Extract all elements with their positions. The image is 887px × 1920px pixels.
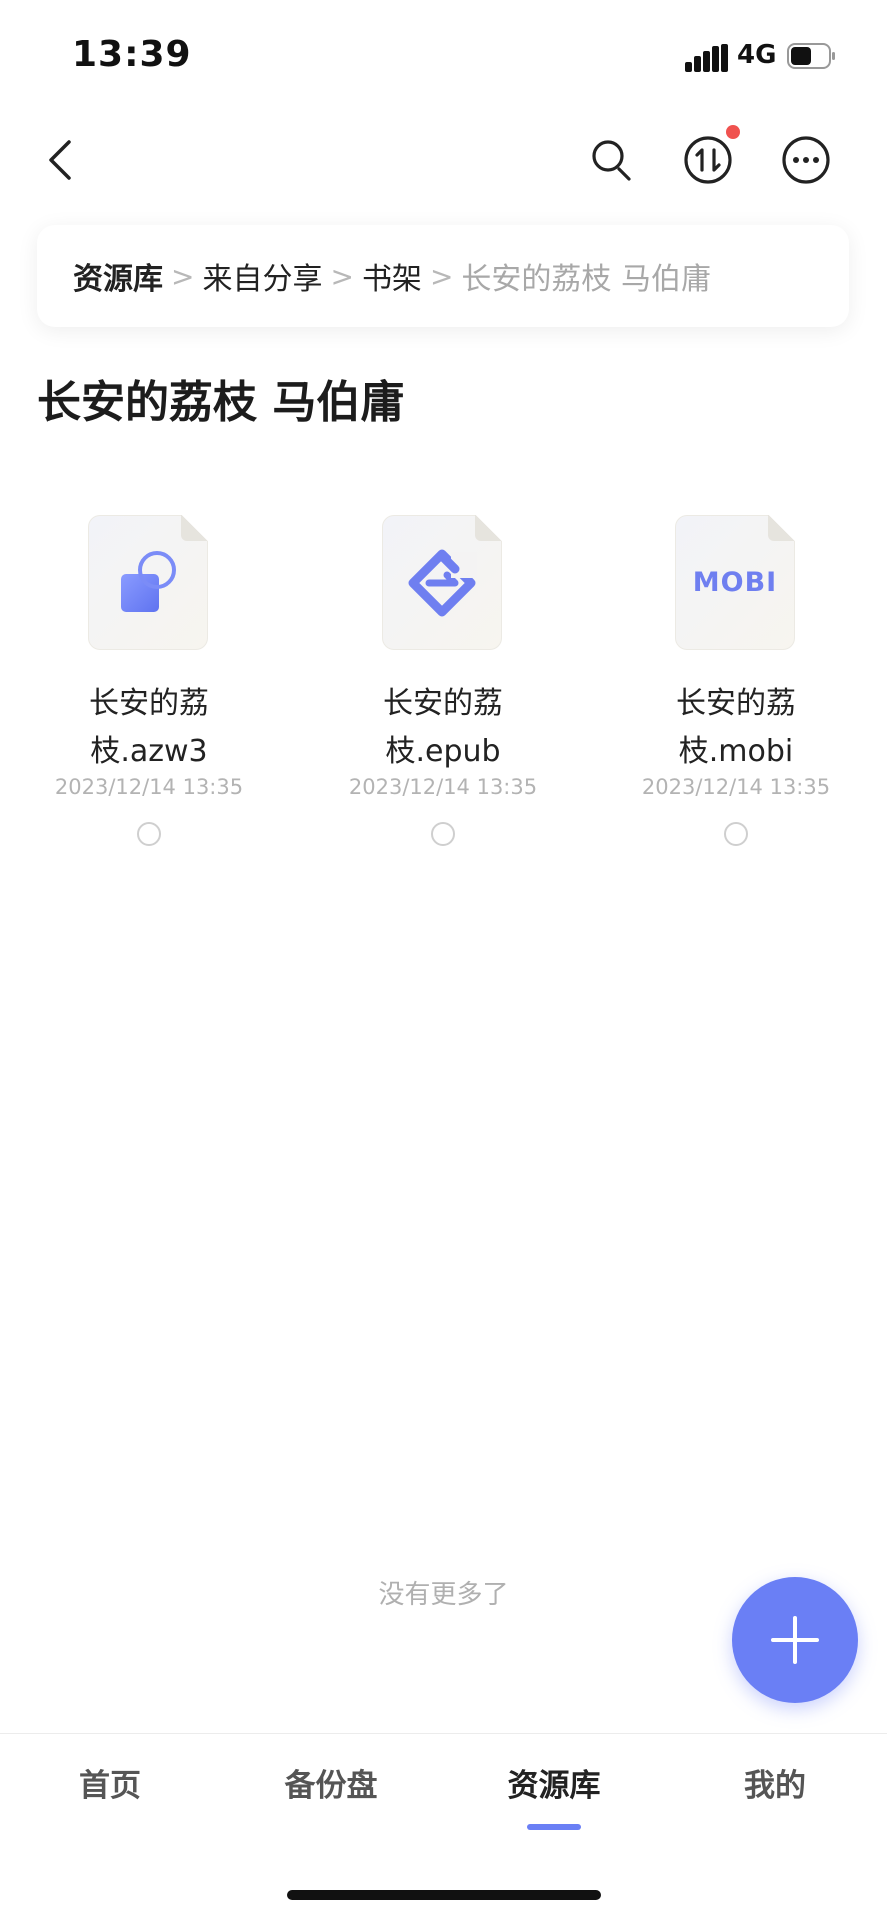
select-checkbox[interactable] (724, 822, 748, 846)
signal-icon (685, 44, 728, 72)
network-type: 4G (737, 40, 777, 70)
search-icon (592, 140, 631, 181)
breadcrumb-item-library[interactable]: 资源库 (73, 254, 163, 298)
file-date: 2023/12/14 13:35 (641, 775, 831, 799)
more-icon (782, 136, 830, 184)
plus-icon (771, 1616, 819, 1664)
status-time: 13:39 (72, 34, 192, 75)
page-title: 长安的荔枝 马伯庸 (37, 377, 405, 428)
top-nav (0, 120, 887, 200)
search-button[interactable] (582, 130, 642, 190)
page-fold (475, 515, 502, 541)
file-name: 长安的荔 枝.azw3 (89, 686, 209, 769)
file-grid: 长安的荔 枝.azw3 2023/12/14 13:35 长安的荔 枝.epub… (0, 510, 887, 850)
epub-file-icon (408, 549, 477, 616)
select-checkbox[interactable] (137, 822, 161, 846)
file-name: 长安的荔 枝.epub (383, 686, 503, 769)
active-tab-indicator (527, 1824, 581, 1830)
file-date: 2023/12/14 13:35 (348, 775, 538, 799)
page-fold (181, 515, 208, 541)
notification-dot (726, 125, 740, 139)
breadcrumb-separator-icon: > (330, 259, 354, 293)
breadcrumb-item-shared[interactable]: 来自分享 (202, 254, 322, 298)
status-bar: 13:39 4G (0, 0, 887, 110)
breadcrumb: 资源库 > 来自分享 > 书架 > 长安的荔枝 马伯庸 (37, 225, 849, 327)
tab-home[interactable]: 首页 (10, 1760, 210, 1805)
page-fold (768, 515, 795, 541)
tab-library[interactable]: 资源库 (454, 1760, 654, 1805)
battery-icon (787, 43, 835, 69)
file-date: 2023/12/14 13:35 (54, 775, 244, 799)
file-card-mobi[interactable]: MOBI 长安的荔 枝.mobi 2023/12/14 13:35 (626, 510, 846, 850)
chevron-left-icon (49, 140, 71, 180)
home-indicator (287, 1890, 601, 1900)
file-card-azw3[interactable]: 长安的荔 枝.azw3 2023/12/14 13:35 (39, 510, 259, 850)
transfer-button[interactable] (678, 130, 738, 190)
select-checkbox[interactable] (431, 822, 455, 846)
breadcrumb-item-bookshelf[interactable]: 书架 (362, 254, 422, 298)
tab-backup-drive[interactable]: 备份盘 (231, 1760, 431, 1805)
add-button[interactable] (732, 1577, 858, 1703)
back-button[interactable] (38, 130, 82, 190)
breadcrumb-separator-icon: > (429, 259, 454, 293)
azw3-file-icon (121, 550, 176, 612)
tab-mine[interactable]: 我的 (675, 1760, 875, 1805)
transfer-icon (684, 136, 732, 184)
breadcrumb-item-current: 长安的荔枝 马伯庸 (461, 262, 711, 297)
mobi-file-icon: MOBI (692, 567, 778, 598)
tab-bar: 首页 备份盘 资源库 我的 (0, 1733, 887, 1853)
file-name: 长安的荔 枝.mobi (676, 686, 796, 769)
file-card-epub[interactable]: 长安的荔 枝.epub 2023/12/14 13:35 (333, 510, 553, 850)
more-button[interactable] (776, 130, 836, 190)
breadcrumb-separator-icon: > (171, 259, 195, 293)
